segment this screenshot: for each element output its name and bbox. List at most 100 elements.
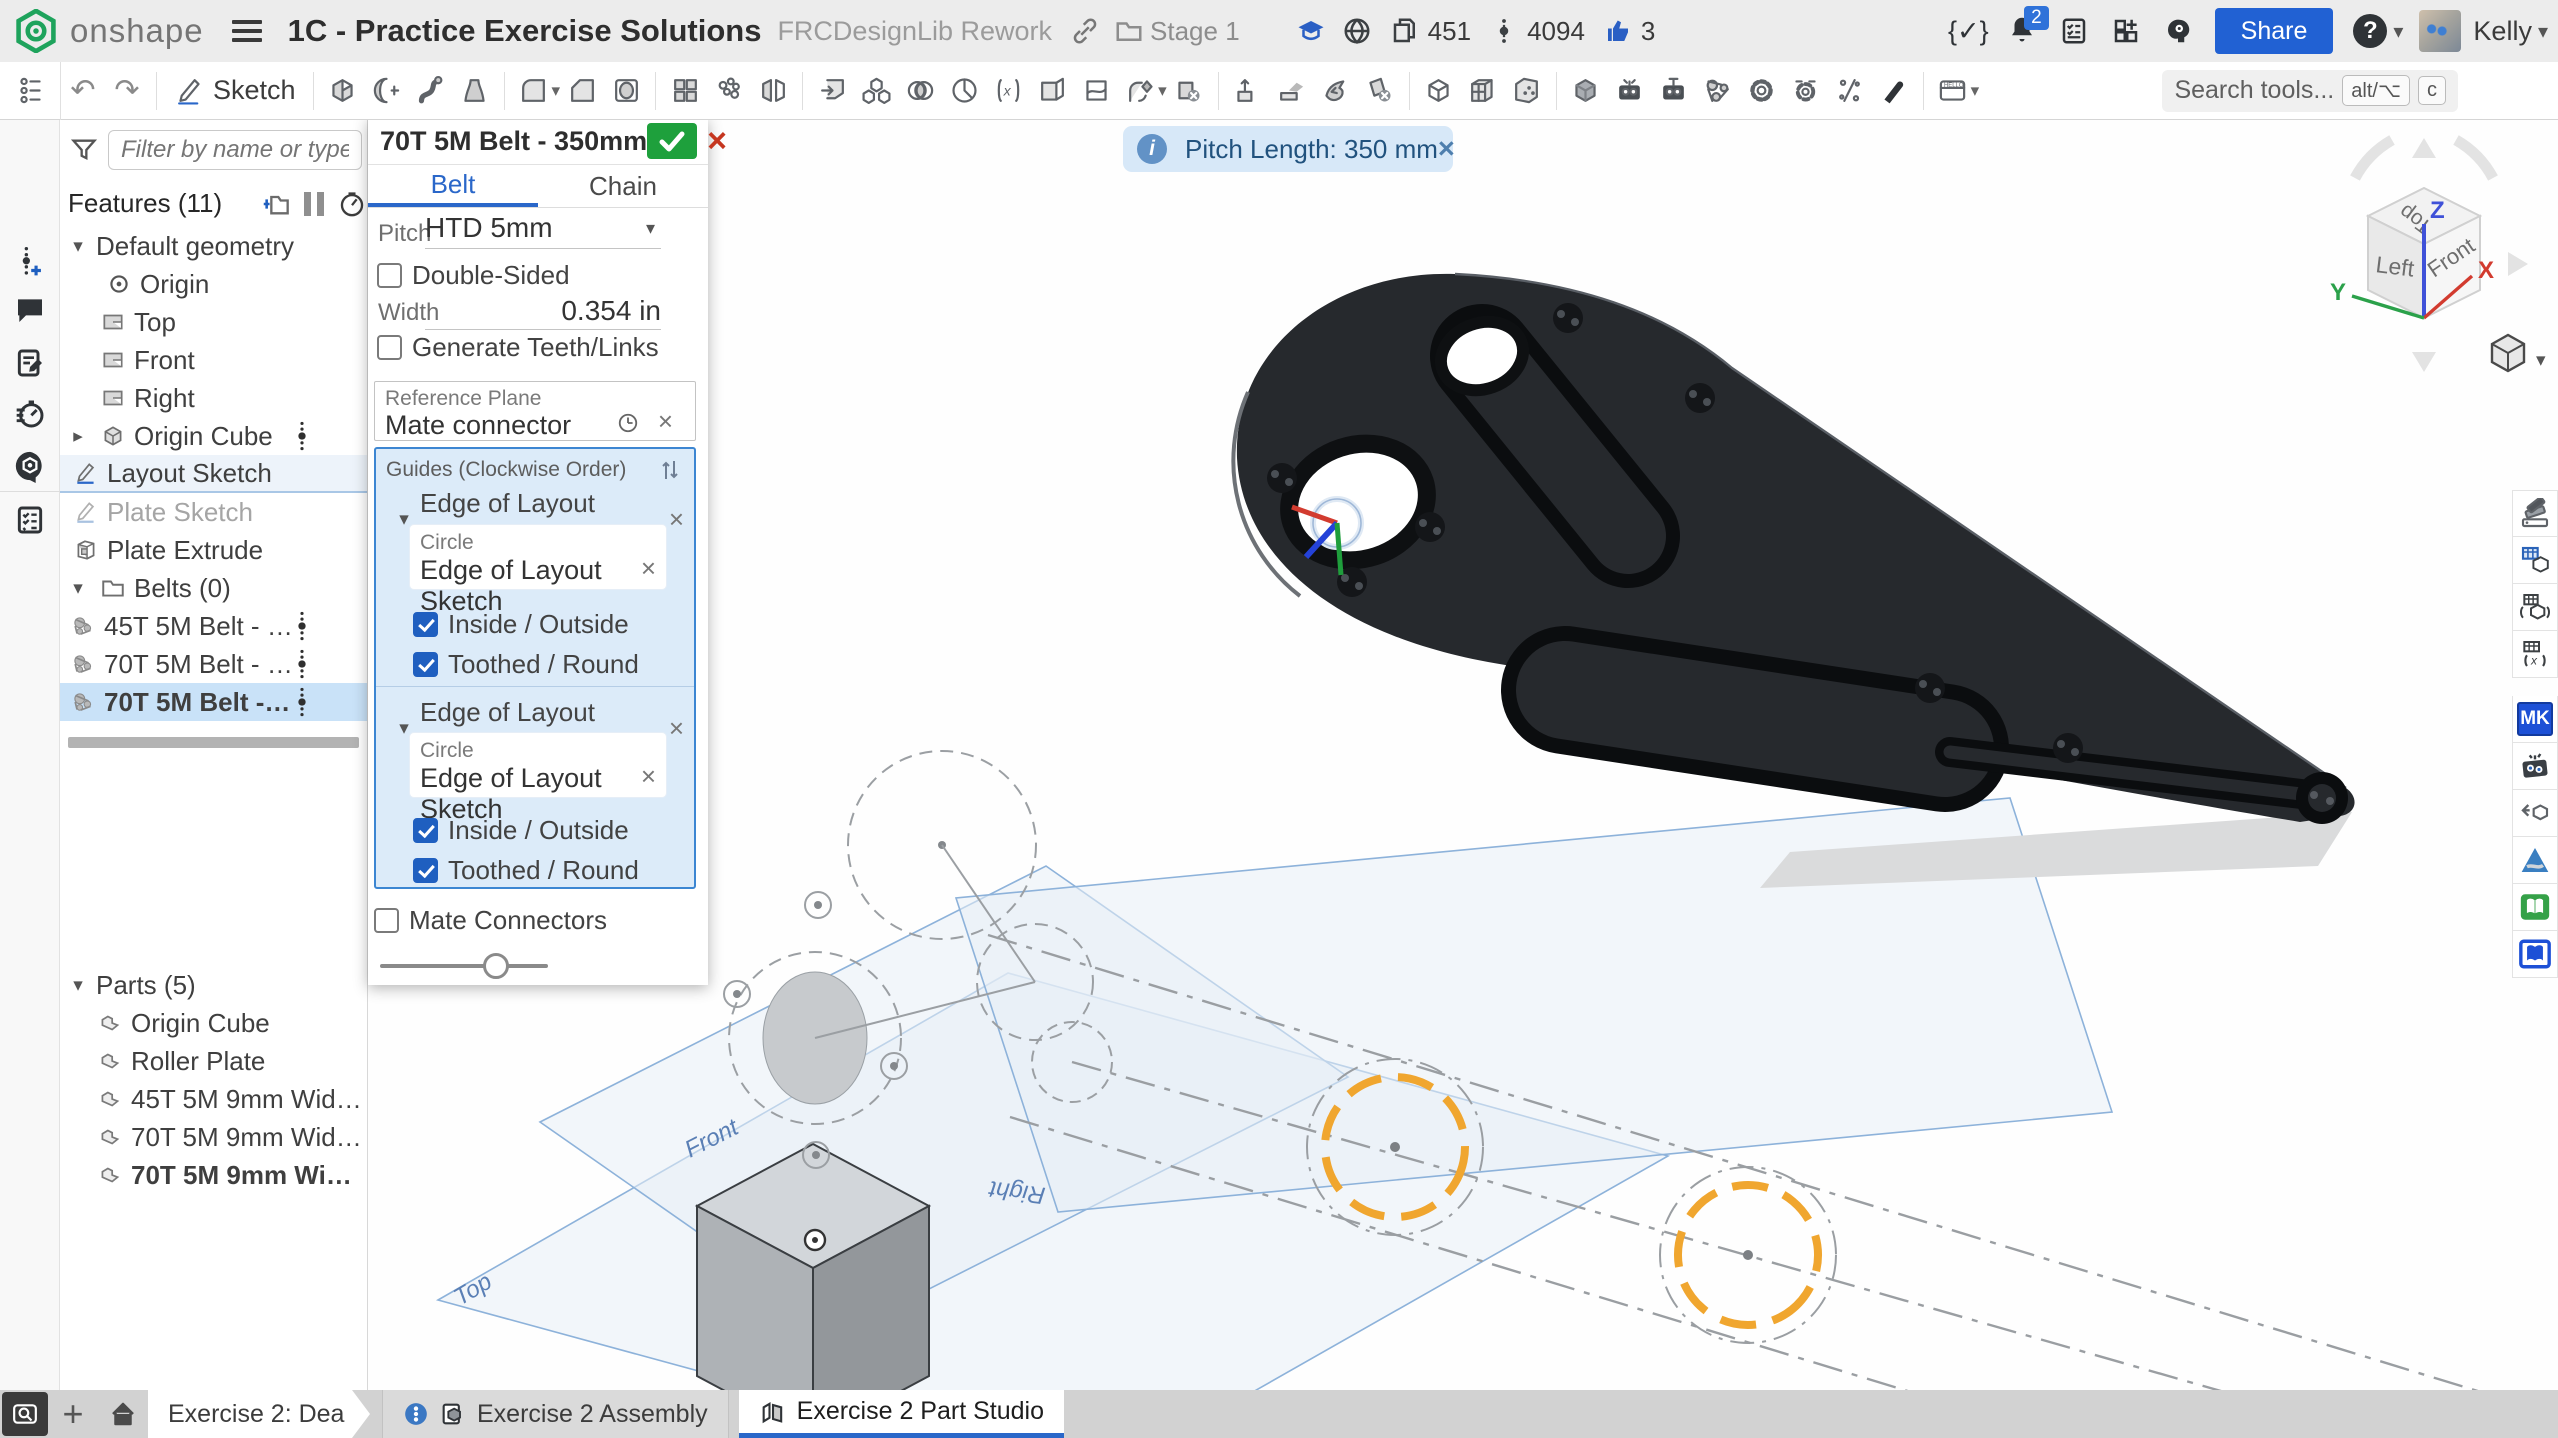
measure-icon[interactable]	[1828, 65, 1872, 117]
menu-icon[interactable]	[232, 20, 262, 42]
undo-button[interactable]: ↶	[61, 65, 105, 117]
import-icon[interactable]	[810, 65, 854, 117]
configurations-panel-button[interactable]	[2512, 584, 2558, 631]
belt-tool-icon[interactable]	[1696, 65, 1740, 117]
pitch-dropdown[interactable]: HTD 5mm ▾	[425, 212, 661, 244]
view-cube[interactable]: Top Left Front Z X Y	[2330, 138, 2528, 372]
ai-advisor-icon[interactable]	[2163, 16, 2193, 46]
gear-tool-icon[interactable]	[1740, 65, 1784, 117]
tab-chain[interactable]: Chain	[538, 165, 708, 207]
circular-pattern-icon[interactable]	[707, 65, 751, 117]
delete-part-icon[interactable]	[1167, 65, 1211, 117]
feature-row-top[interactable]: Top	[60, 303, 367, 341]
feature-row-origin-cube[interactable]: ▸ Origin Cube	[60, 417, 367, 455]
mate-connectors-checkbox[interactable]	[374, 908, 399, 933]
blue-library-app-button[interactable]	[2512, 931, 2558, 978]
sketch-button[interactable]: Sketch	[164, 65, 306, 117]
part-row-45t-belt[interactable]: 45T 5M 9mm Wide Belt	[60, 1080, 367, 1118]
guide-1-inside-outside-row[interactable]: Inside / Outside	[413, 609, 629, 640]
selected-guide-circle-2[interactable]	[1649, 1156, 1846, 1353]
double-sided-row[interactable]: Double-Sided	[377, 260, 570, 291]
feature-row-layout-sketch[interactable]: Layout Sketch	[60, 455, 367, 493]
feature-row-plate-extrude[interactable]: Plate Extrude	[60, 531, 367, 569]
chamfer-icon[interactable]	[560, 65, 604, 117]
tab-exercise-2-drawing[interactable]: Exercise 2: Dea	[148, 1390, 370, 1438]
robot-assistant-app-button[interactable]	[2512, 743, 2558, 790]
rotate-cw-arrow-icon[interactable]	[2456, 140, 2493, 178]
double-sided-checkbox[interactable]	[377, 263, 402, 288]
plane-icon[interactable]	[1030, 65, 1074, 117]
checklist-icon[interactable]	[14, 504, 46, 536]
share-button[interactable]: Share	[2215, 8, 2334, 54]
fillet-menu-caret-icon[interactable]: ▾	[552, 81, 561, 101]
rotate-down-arrow-icon[interactable]	[2412, 352, 2436, 372]
guide-1-toothed-round-checkbox[interactable]	[413, 652, 438, 677]
chevron-down-icon[interactable]: ▾	[68, 577, 88, 600]
edit-document-icon[interactable]	[14, 347, 46, 379]
revolve-icon[interactable]	[365, 65, 409, 117]
tasks-icon[interactable]	[2059, 16, 2089, 46]
breadcrumb[interactable]: Stage 1	[1150, 16, 1240, 47]
generate-teeth-row[interactable]: Generate Teeth/Links	[377, 332, 659, 363]
redo-button[interactable]: ↷	[105, 65, 149, 117]
primitive-block-icon[interactable]	[1461, 65, 1505, 117]
chevron-down-icon[interactable]: ▾	[68, 974, 88, 997]
derived-part-app-button[interactable]	[2512, 790, 2558, 837]
name-tag-icon[interactable]: HELLO	[1931, 65, 1975, 117]
rotate-up-arrow-icon[interactable]	[2412, 138, 2436, 158]
insert-new-tab-button[interactable]: +	[48, 1390, 98, 1438]
fillet-icon[interactable]	[512, 65, 556, 117]
replace-face-icon[interactable]	[1314, 65, 1358, 117]
rollback-bar[interactable]	[68, 737, 359, 748]
mate-connector-clock-icon[interactable]	[617, 412, 639, 434]
guide-2-inside-outside-row[interactable]: Inside / Outside	[413, 815, 629, 846]
green-library-app-button[interactable]	[2512, 884, 2558, 931]
onshape-logo-icon[interactable]	[14, 9, 58, 53]
confirm-button[interactable]	[647, 123, 697, 159]
help-caret-icon[interactable]: ▾	[2393, 19, 2403, 44]
mirror-icon[interactable]	[751, 65, 795, 117]
feature-row-front[interactable]: Front	[60, 341, 367, 379]
guide-2-inside-outside-checkbox[interactable]	[413, 818, 438, 843]
extrude-icon[interactable]	[321, 65, 365, 117]
mate-connector-dots-icon[interactable]	[297, 686, 307, 718]
public-icon[interactable]	[1342, 16, 1372, 46]
linear-pattern-icon[interactable]	[663, 65, 707, 117]
guide-1-inside-outside-checkbox[interactable]	[413, 612, 438, 637]
chevron-down-icon[interactable]: ▾	[68, 235, 88, 258]
like-icon[interactable]	[1603, 16, 1633, 46]
apps-icon[interactable]	[2111, 16, 2141, 46]
name-tag-caret-icon[interactable]: ▾	[1971, 81, 1980, 101]
feature-row-belt-70t-a[interactable]: 70T 5M Belt - 350...	[60, 645, 367, 683]
robot-assistant-icon[interactable]	[1652, 65, 1696, 117]
view-options-caret-icon[interactable]: ▾	[2536, 350, 2546, 371]
comments-icon[interactable]	[14, 295, 46, 325]
help-button[interactable]: ?	[2353, 14, 2387, 48]
feature-row-belt-70t-b-selected[interactable]: 70T 5M Belt - 350...	[60, 683, 367, 721]
guide-1-toothed-round-row[interactable]: Toothed / Round	[413, 649, 639, 680]
part-row-roller-plate[interactable]: Roller Plate	[60, 1042, 367, 1080]
feature-row-default-geometry[interactable]: ▾ Default geometry	[60, 227, 367, 265]
generate-teeth-checkbox[interactable]	[377, 335, 402, 360]
mate-connector-add-icon[interactable]	[15, 245, 45, 279]
suppress-icon[interactable]	[304, 192, 324, 216]
variable-table-panel-button[interactable]: x	[2512, 631, 2558, 678]
onshape-assistant-icon[interactable]	[13, 449, 47, 483]
belt-loop-2[interactable]	[1565, 690, 1945, 748]
reference-plane-clear-icon[interactable]: ×	[658, 406, 673, 437]
sweep-icon[interactable]	[409, 65, 453, 117]
move-face-icon[interactable]	[1270, 65, 1314, 117]
mate-connectors-row[interactable]: Mate Connectors	[374, 905, 607, 936]
part-row-origin-cube[interactable]: Origin Cube	[60, 1004, 367, 1042]
width-input[interactable]: 0.354 in	[425, 295, 661, 327]
transform-icon[interactable]	[1226, 65, 1270, 117]
modify-fillet-icon[interactable]	[1118, 65, 1162, 117]
guide-2-entity-field[interactable]: Circle Edge of Layout Sketch ×	[410, 733, 666, 797]
pitch-caret-icon[interactable]: ▾	[646, 218, 655, 239]
toast-close-icon[interactable]: ×	[1438, 133, 1455, 166]
add-folder-icon[interactable]	[262, 191, 290, 217]
reference-plane-field[interactable]: Reference Plane Mate connector ×	[374, 381, 696, 441]
mate-connector-dots-icon[interactable]	[297, 420, 307, 452]
rollback-clock-icon[interactable]	[338, 190, 366, 218]
surface-icon[interactable]	[1074, 65, 1118, 117]
